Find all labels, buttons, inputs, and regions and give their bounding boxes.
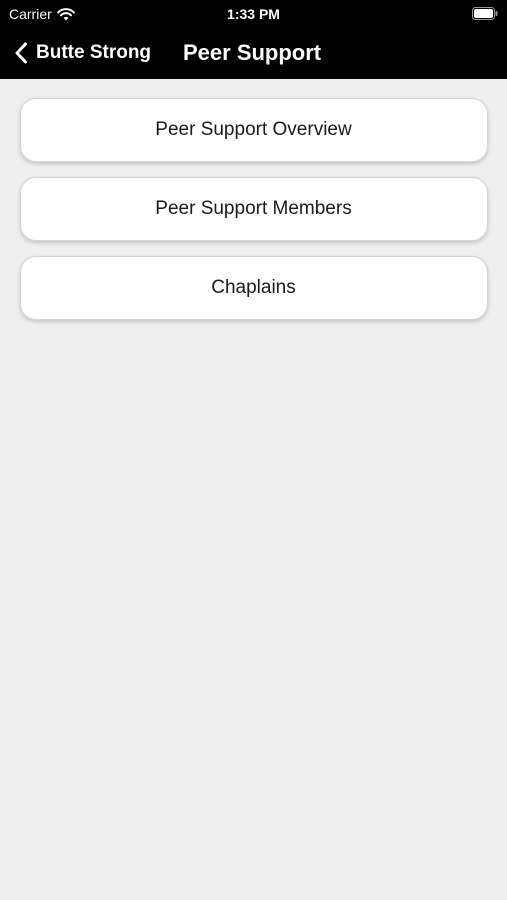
chaplains-button[interactable]: Chaplains [19,256,488,320]
menu-list: Peer Support Overview Peer Support Membe… [0,79,507,335]
chevron-left-icon [14,42,28,64]
content-area: Peer Support Overview Peer Support Membe… [0,79,507,900]
peer-support-members-button[interactable]: Peer Support Members [19,177,488,241]
back-button-label: Butte Strong [36,42,152,63]
page-title: Peer Support [183,40,322,65]
back-button[interactable]: Butte Strong [14,38,151,68]
navigation-bar: Butte Strong Peer Support [0,28,507,79]
peer-support-overview-button[interactable]: Peer Support Overview [19,98,488,162]
status-time: 1:33 PM [227,6,280,22]
battery-icon [472,7,498,20]
status-bar: Carrier 1:33 PM [0,0,507,28]
